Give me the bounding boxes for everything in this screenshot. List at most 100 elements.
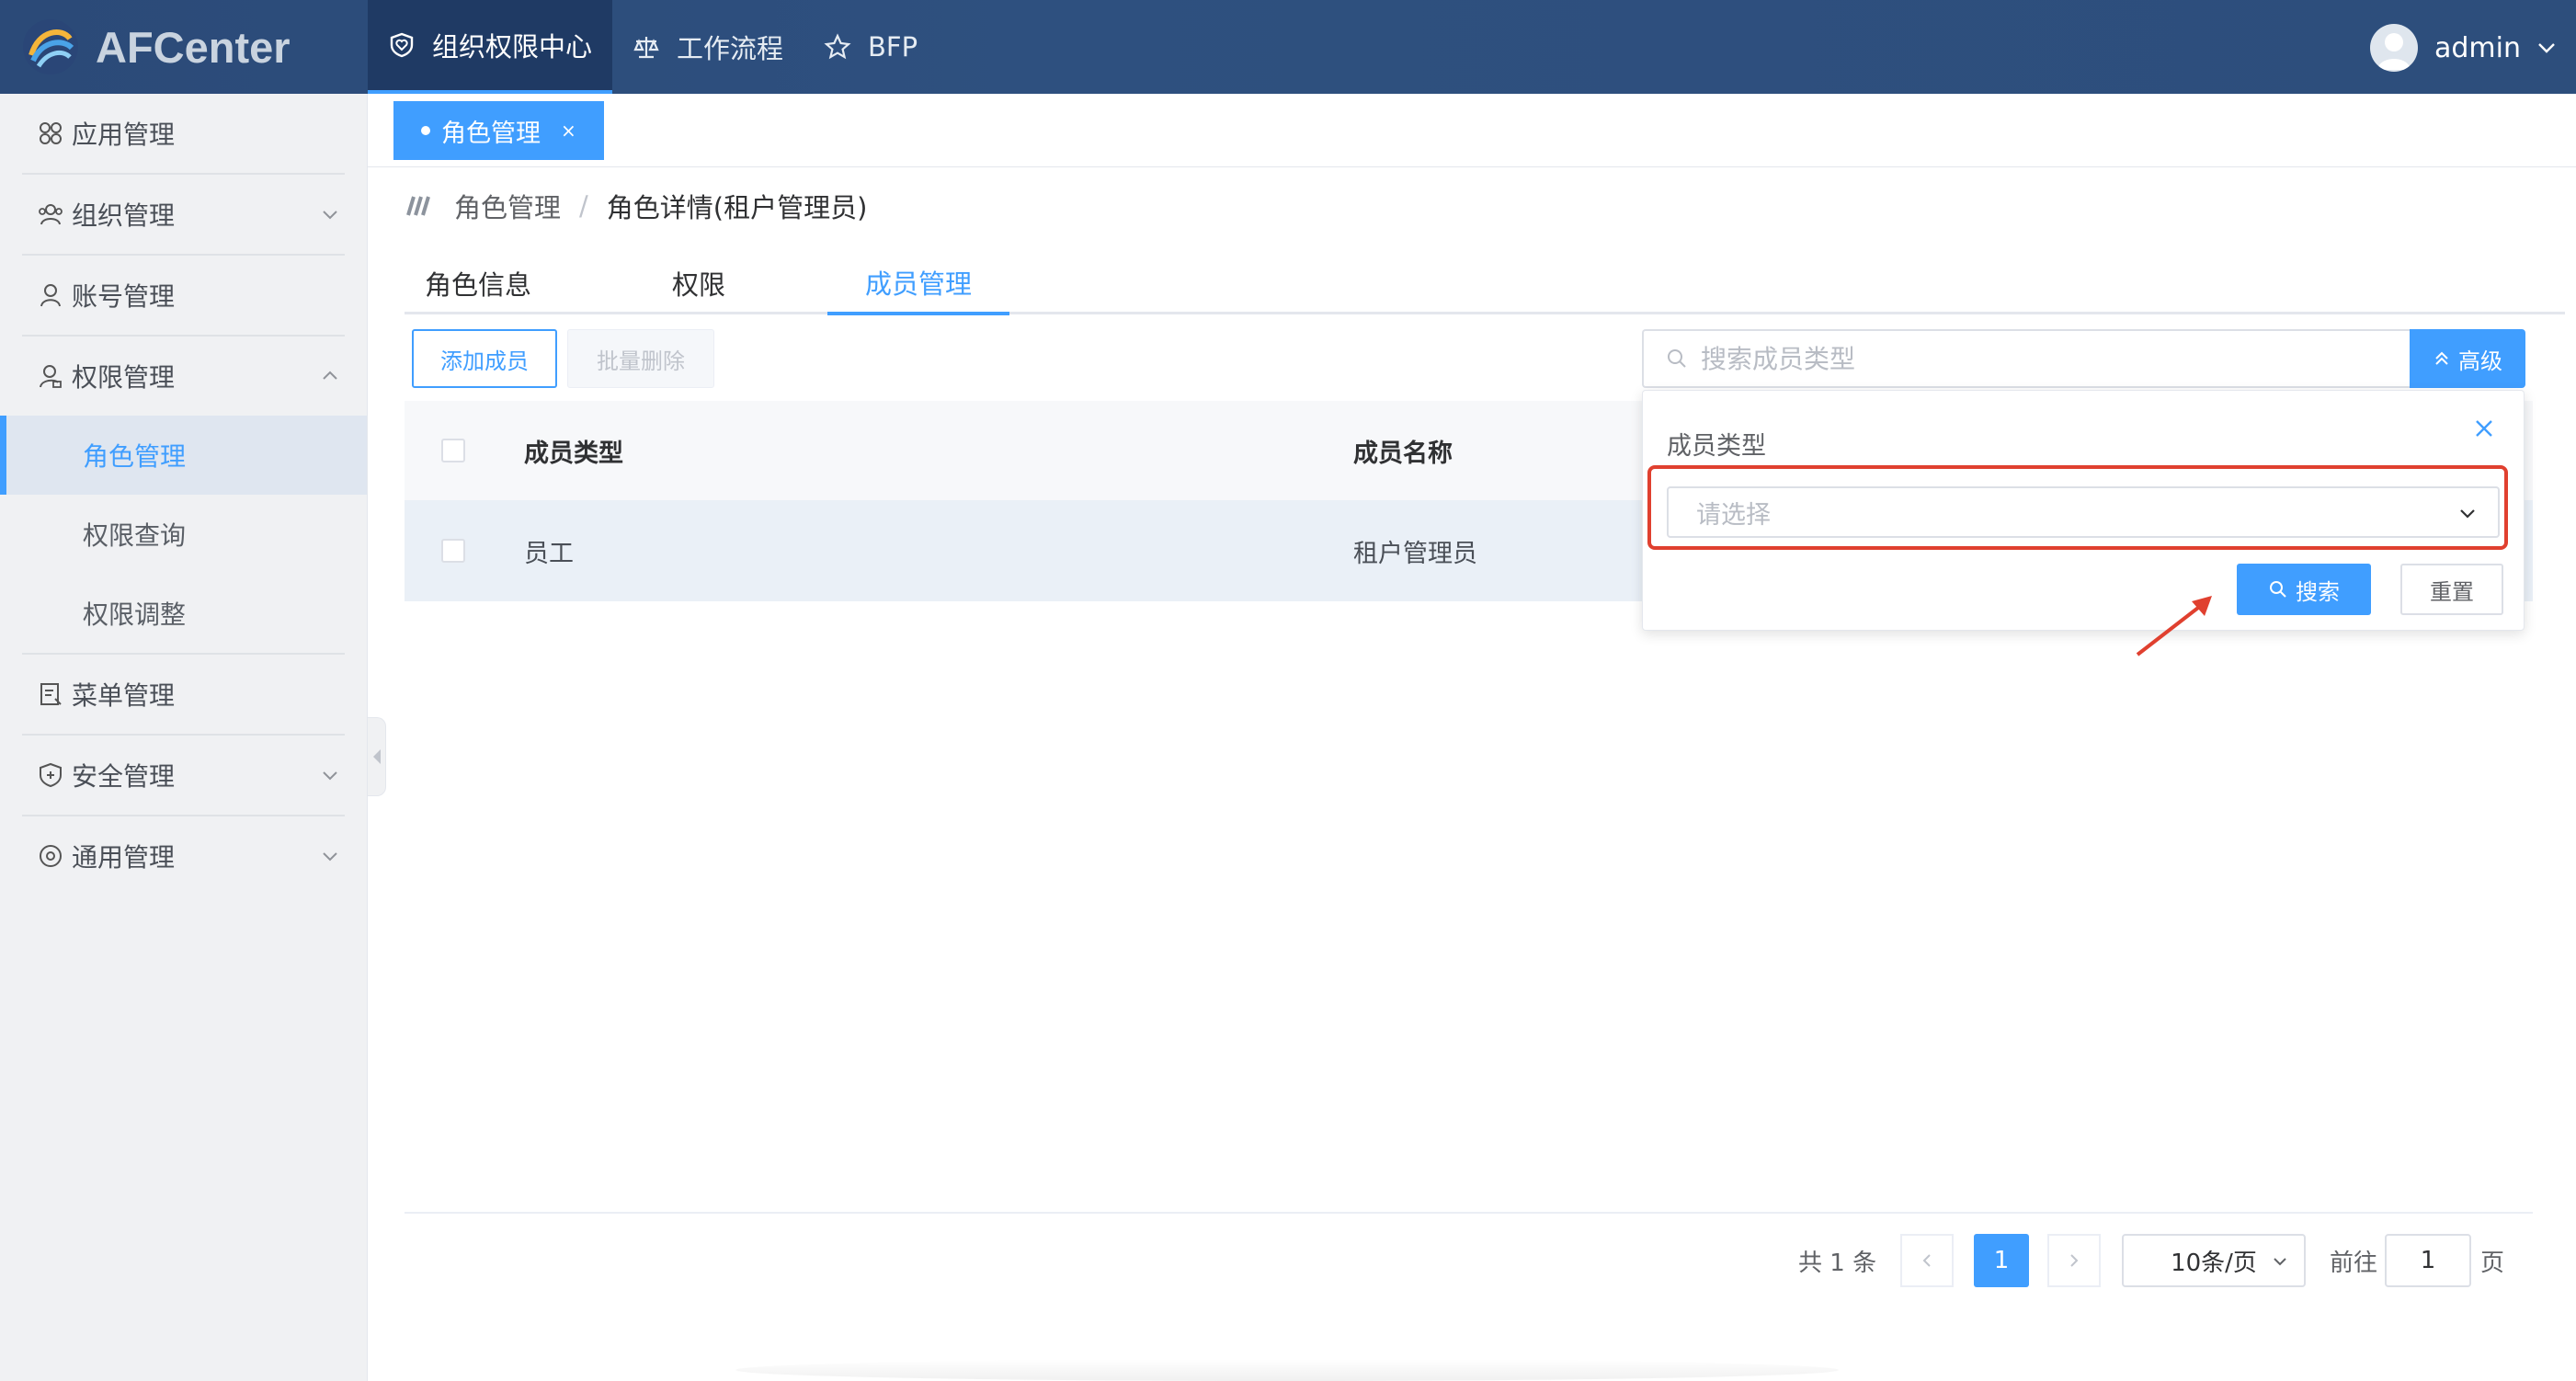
breadcrumb-parent[interactable]: 角色管理 xyxy=(454,187,561,225)
tab-role-info[interactable]: 角色信息 xyxy=(405,252,552,314)
chevron-up-icon xyxy=(323,371,337,380)
top-nav: 组织权限中心 工作流程 BFP xyxy=(368,0,938,94)
popover-field-label: 成员类型 xyxy=(1667,432,1766,461)
add-member-button[interactable]: 添加成员 xyxy=(412,329,557,388)
advanced-label: 高级 xyxy=(2458,348,2502,374)
sidebar-subitem-permission-query[interactable]: 权限查询 xyxy=(0,495,367,574)
reset-button[interactable]: 重置 xyxy=(2400,564,2503,615)
page-size-value: 10条/页 xyxy=(2171,1249,2257,1277)
chevron-down-icon xyxy=(2274,1258,2286,1266)
search-box xyxy=(1642,329,2410,388)
next-page-button[interactable] xyxy=(2047,1234,2101,1287)
search-button-label: 搜索 xyxy=(2296,578,2340,605)
chevron-down-icon xyxy=(323,852,337,862)
annotation-arrow-icon xyxy=(2136,596,2212,656)
topnav-workflow[interactable]: 工作流程 xyxy=(612,0,804,94)
avatar xyxy=(2370,24,2418,72)
sidebar-item-security[interactable]: 安全管理 xyxy=(0,736,367,815)
tab-member-management[interactable]: 成员管理 xyxy=(827,252,1009,315)
sidebar-item-org[interactable]: 组织管理 xyxy=(0,175,367,254)
select-all-checkbox[interactable] xyxy=(441,439,465,462)
close-icon[interactable] xyxy=(2470,415,2498,442)
settings-icon xyxy=(40,845,62,867)
tag-dot xyxy=(421,126,430,135)
sidebar-item-menu[interactable]: 菜单管理 xyxy=(0,655,367,734)
pagination-total: 共 1 条 xyxy=(1798,1249,1877,1277)
sidebar-item-label: 组织管理 xyxy=(72,200,176,231)
sidebar-subitem-role[interactable]: 角色管理 xyxy=(0,416,367,495)
sidebar-subitem-label: 权限调整 xyxy=(83,599,187,630)
topnav-label: 组织权限中心 xyxy=(432,31,593,63)
tabs: 角色信息 权限 成员管理 xyxy=(405,252,2565,315)
breadcrumb-separator: / xyxy=(579,190,588,222)
sidebar-item-label: 通用管理 xyxy=(72,842,176,873)
divider xyxy=(405,1212,2533,1214)
page-size-select[interactable]: 10条/页 xyxy=(2122,1234,2306,1287)
sidebar-collapse-handle[interactable] xyxy=(368,717,386,796)
scale-icon xyxy=(633,37,659,59)
chevron-right-icon xyxy=(2070,1254,2079,1267)
app-name: AFCenter xyxy=(96,22,291,72)
topnav-label: 工作流程 xyxy=(677,33,784,64)
double-chevron-up-icon xyxy=(2435,351,2448,365)
search-icon xyxy=(2270,581,2286,598)
batch-delete-button[interactable]: 批量删除 xyxy=(567,329,714,388)
row-checkbox[interactable] xyxy=(441,539,465,563)
logo[interactable]: AFCenter xyxy=(22,17,291,77)
header-member-type: 成员类型 xyxy=(524,439,623,468)
chevron-down-icon xyxy=(323,211,337,220)
cell-member-type: 员工 xyxy=(524,539,574,568)
topnav-org-permission[interactable]: 组织权限中心 xyxy=(368,0,613,94)
bottom-shadow xyxy=(735,1359,1839,1381)
star-icon xyxy=(824,33,851,60)
sidebar-item-account[interactable]: 账号管理 xyxy=(0,256,367,335)
security-shield-icon xyxy=(40,762,62,788)
page-unit-label: 页 xyxy=(2480,1249,2505,1277)
group-icon xyxy=(39,204,63,225)
tag-label: 角色管理 xyxy=(441,119,541,148)
tag-role-management[interactable]: 角色管理 × xyxy=(393,101,604,160)
search-icon xyxy=(1668,349,1686,368)
breadcrumb: 角色管理 / 角色详情(租户管理员) xyxy=(403,180,867,232)
header-member-name: 成员名称 xyxy=(1353,439,1453,468)
user-name: admin xyxy=(2434,31,2521,64)
sidebar-subitem-label: 权限查询 xyxy=(83,520,187,551)
sidebar-item-label: 账号管理 xyxy=(72,281,176,312)
search-button[interactable]: 搜索 xyxy=(2237,564,2371,615)
sidebar: 应用管理 组织管理 账号管理 权限管理 角色管理 权限查询 权限调整 菜单管理 … xyxy=(0,94,368,1381)
sidebar-item-app[interactable]: 应用管理 xyxy=(0,94,367,173)
goto-label: 前往 xyxy=(2330,1249,2378,1277)
top-bar: AFCenter 组织权限中心 工作流程 BFP admin xyxy=(0,0,2576,94)
menu-doc-icon xyxy=(40,683,62,705)
sidebar-subitem-label: 角色管理 xyxy=(83,441,187,472)
chevron-down-icon xyxy=(323,771,337,781)
tag-close-icon[interactable]: × xyxy=(561,120,576,142)
topnav-bfp[interactable]: BFP xyxy=(804,0,938,94)
sidebar-item-permission[interactable]: 权限管理 xyxy=(0,337,367,416)
shield-heart-icon xyxy=(390,32,414,58)
goto-page-input[interactable]: 1 xyxy=(2385,1234,2471,1287)
tag-bar: 角色管理 × xyxy=(368,94,2576,167)
sidebar-item-label: 菜单管理 xyxy=(72,680,176,711)
chevron-left-icon xyxy=(1922,1254,1931,1267)
search-input[interactable] xyxy=(1701,343,2399,374)
sidebar-item-label: 安全管理 xyxy=(72,761,176,792)
user-menu[interactable]: admin xyxy=(2370,22,2558,74)
advanced-search-button[interactable]: 高级 xyxy=(2410,329,2525,388)
current-page-button[interactable]: 1 xyxy=(1974,1234,2029,1287)
afcenter-logo-icon xyxy=(23,19,78,74)
sidebar-item-label: 应用管理 xyxy=(72,120,176,150)
sidebar-item-label: 权限管理 xyxy=(72,362,176,393)
user-icon xyxy=(40,284,61,307)
chevron-down-icon xyxy=(2538,43,2555,53)
breadcrumb-icon xyxy=(406,196,430,216)
breadcrumb-current: 角色详情(租户管理员) xyxy=(606,192,868,223)
sidebar-item-general[interactable]: 通用管理 xyxy=(0,816,367,896)
topnav-label: BFP xyxy=(868,31,918,63)
prev-page-button[interactable] xyxy=(1900,1234,1954,1287)
tab-permission[interactable]: 权限 xyxy=(625,252,772,314)
annotation-highlight-box xyxy=(1647,465,2508,550)
user-key-icon xyxy=(40,365,62,388)
grid-icon xyxy=(40,122,62,144)
sidebar-subitem-permission-adjust[interactable]: 权限调整 xyxy=(0,574,367,653)
